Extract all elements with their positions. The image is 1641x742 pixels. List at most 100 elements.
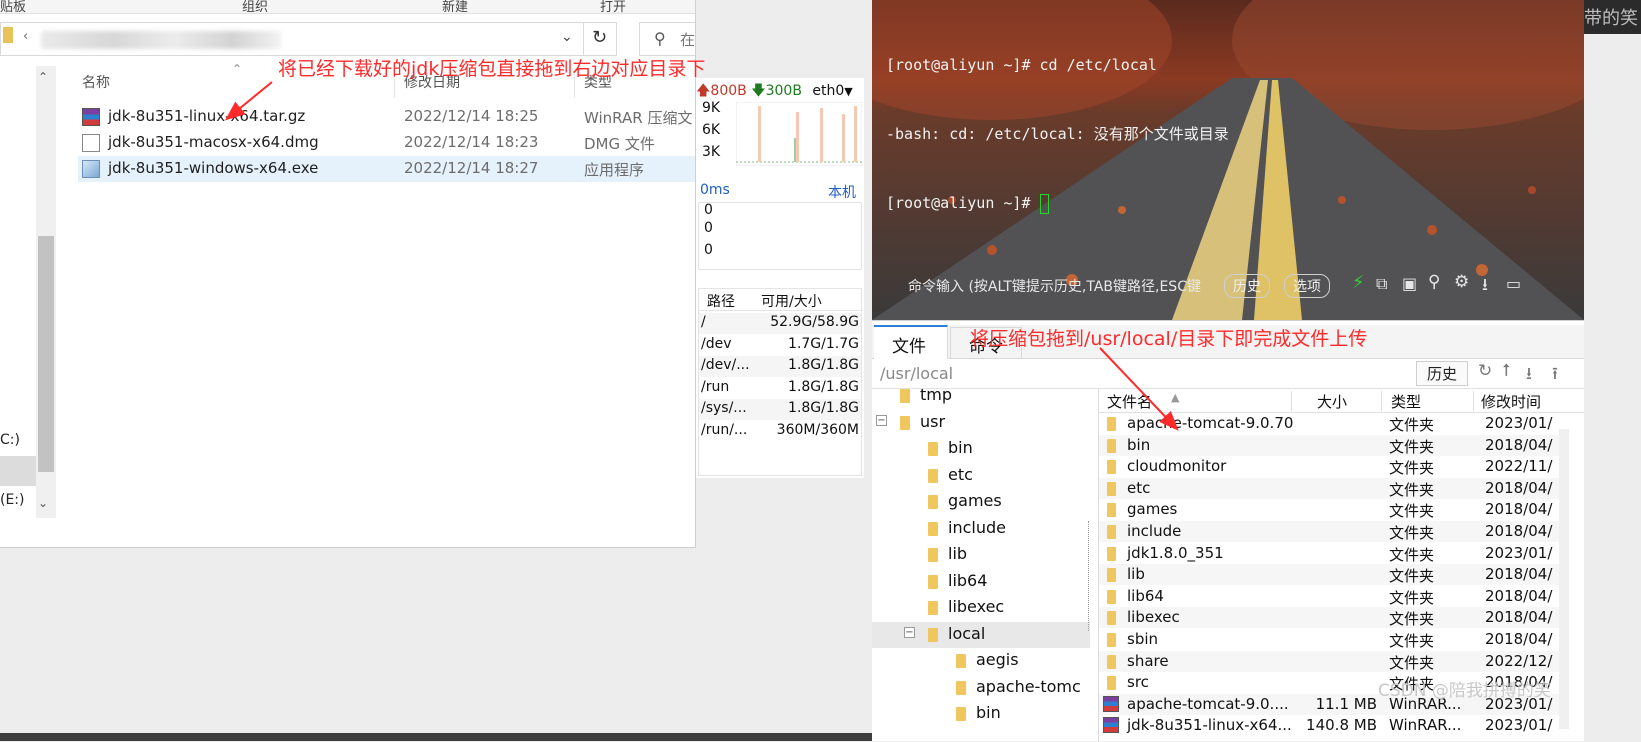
tree-toggle-icon[interactable]: − [876,414,887,426]
tree-item-etc[interactable]: etc [872,463,1090,489]
tree-item-lib[interactable]: lib [872,542,1090,568]
column-header-modified[interactable]: 修改时间 [1481,391,1541,412]
remote-file-row[interactable]: cloudmonitor 文件夹 2022/11/ [1099,456,1559,478]
network-traffic-graph [736,102,862,166]
remote-file-type: 文件夹 [1389,567,1435,586]
nav-pane-scroll-thumb[interactable] [38,236,54,472]
column-divider[interactable] [1381,391,1382,411]
download-rate: 300B [765,83,802,99]
download-icon[interactable]: ⭳ [1482,272,1488,301]
tree-item-bin[interactable]: bin [872,436,1090,462]
refresh-button[interactable]: ↻ [583,22,617,56]
address-bar[interactable]: ‹ ⌄ [0,22,614,56]
folder-icon [1107,676,1116,691]
remote-file-type: 文件夹 [1389,545,1435,564]
refresh-icon[interactable]: ↻ [1478,361,1492,381]
disk-path: /run [701,378,730,395]
nav-item-drive-e[interactable]: (E:) [0,492,25,508]
paste-icon[interactable]: ▣ [1402,274,1417,293]
latency-host[interactable]: 本机 [828,182,856,202]
options-button[interactable]: 选项 [1284,274,1330,298]
address-dropdown-chevron-icon[interactable]: ⌄ [561,29,573,45]
dropdown-caret-icon[interactable]: ▼ [844,85,852,98]
disk-header-path[interactable]: 路径 [707,291,735,311]
file-name: jdk-8u351-macosx-x64.dmg [108,133,319,151]
history-button[interactable]: 历史 [1224,274,1270,298]
remote-file-row[interactable]: jdk-8u351-linux-x64... 140.8 MB WinRAR... 2… [1099,715,1559,737]
search-placeholder: 在 [680,31,696,49]
column-header-type[interactable]: 类型 [1391,391,1421,412]
tree-item-include[interactable]: include [872,516,1090,542]
remote-file-size: 11.1 MB [1315,694,1377,713]
column-header-size[interactable]: 大小 [1317,391,1347,412]
remote-file-type: 文件夹 [1389,524,1435,542]
scroll-up-icon[interactable]: ⌃ [38,70,48,84]
remote-file-row[interactable]: sbin 文件夹 2018/04/ [1099,629,1559,650]
tree-toggle-icon[interactable]: − [904,626,915,638]
remote-file-row[interactable]: games 文件夹 2018/04/ [1099,499,1559,521]
search-icon[interactable]: ⚲ [1428,272,1440,292]
path-history-button[interactable]: 历史 [1416,361,1469,386]
tree-item-usr[interactable]: − usr [872,410,1090,436]
remote-file-row[interactable]: etc 文件夹 2018/04/ [1099,477,1559,499]
terminal-pane[interactable]: [root@aliyun ~]# cd /etc/local -bash: cd… [872,0,1584,320]
column-divider[interactable] [1473,391,1474,411]
download-icon[interactable]: ⭳ [1526,361,1532,390]
column-header-filename[interactable]: 文件名 [1107,391,1152,412]
nav-item-drive-c[interactable]: C:) [0,432,20,448]
folder-icon [956,654,966,668]
remote-file-type: 文件夹 [1389,632,1435,650]
tree-item-libexec[interactable]: libexec [872,595,1090,621]
tree-item-local[interactable]: − local [872,621,1090,648]
tree-splitter[interactable] [1088,521,1094,631]
upload-icon[interactable]: ⭱ [1552,361,1558,390]
remote-file-row[interactable]: apache-tomcat-9.0.70 文件夹 2023/01/ [1099,413,1559,434]
tree-item-aegis[interactable]: aegis [872,648,1090,674]
tree-item-tmp[interactable]: tmp [872,389,1090,409]
remote-file-name: bin [1127,435,1151,454]
tree-item-label: apache-tomc [976,676,1081,696]
remote-file-row[interactable]: share 文件夹 2022/12/ [1099,650,1559,672]
fullscreen-icon[interactable]: ▭ [1506,274,1521,293]
search-box[interactable]: ⚲ 在 [639,22,696,56]
path-input[interactable]: /usr/local [880,364,953,383]
remote-file-row[interactable]: bin 文件夹 2018/04/ [1099,434,1559,456]
network-interface[interactable]: eth0 [812,83,844,99]
file-row[interactable]: jdk-8u351-windows-x64.exe 2022/12/14 18:2… [78,156,695,182]
disk-row: /run 1.8G/1.8G [699,377,861,399]
remote-file-row[interactable]: include 文件夹 2018/04/ [1099,521,1559,542]
tree-item-games[interactable]: games [872,489,1090,515]
column-divider[interactable] [1291,391,1292,411]
lightning-icon[interactable]: ⚡ [1352,272,1365,293]
command-input-bar[interactable]: 命令输入 (按ALT键提示历史,TAB键路径,ESC键 历史 选项 ⚡ ⧉ ▣ … [908,272,1580,302]
remote-file-name: src [1127,673,1149,692]
arrow-up-icon[interactable]: ⭡ [1502,361,1510,381]
remote-file-row[interactable]: lib 文件夹 2018/04/ [1099,564,1559,586]
disk-row: /dev 1.7G/1.7G [699,334,861,356]
file-row[interactable]: jdk-8u351-macosx-x64.dmg 2022/12/14 18:23… [78,130,695,156]
copy-icon[interactable]: ⧉ [1376,274,1387,294]
remote-file-row[interactable]: libexec 文件夹 2018/04/ [1099,607,1559,629]
disk-usage: 360M/360M [776,421,859,438]
refresh-icon: ↻ [592,27,608,48]
tree-item-lib64[interactable]: lib64 [872,569,1090,595]
tree-item-label: tmp [920,389,953,404]
file-row[interactable]: jdk-8u351-linux-x64.tar.gz 2022/12/14 18:… [78,104,695,130]
disk-header-usage[interactable]: 可用/大小 [761,291,822,311]
file-type: WinRAR 压缩文 [584,109,693,127]
column-header-name[interactable]: 名称 [82,72,110,92]
tree-item-bin[interactable]: bin [872,701,1090,727]
remote-file-row[interactable]: lib64 文件夹 2018/04/ [1099,585,1559,607]
tree-item-apache-tomc[interactable]: apache-tomc [872,675,1090,701]
tree-item-label: lib64 [948,570,988,590]
remote-file-name: share [1127,651,1169,670]
gear-icon[interactable]: ⚙ [1454,272,1469,292]
remote-file-row[interactable]: jdk1.8.0_351 文件夹 2023/01/ [1099,542,1559,564]
document-icon [82,134,100,152]
file-list-scrollbar[interactable] [1559,429,1569,729]
winrar-archive-icon [1103,695,1119,712]
sort-ascending-icon: ⌃ [232,62,243,76]
ribbon-group-labels: 贴板 组织 新建 打开 [0,0,695,15]
scroll-down-icon[interactable]: ⌄ [38,496,48,510]
tab-files[interactable]: 文件 [874,325,948,359]
